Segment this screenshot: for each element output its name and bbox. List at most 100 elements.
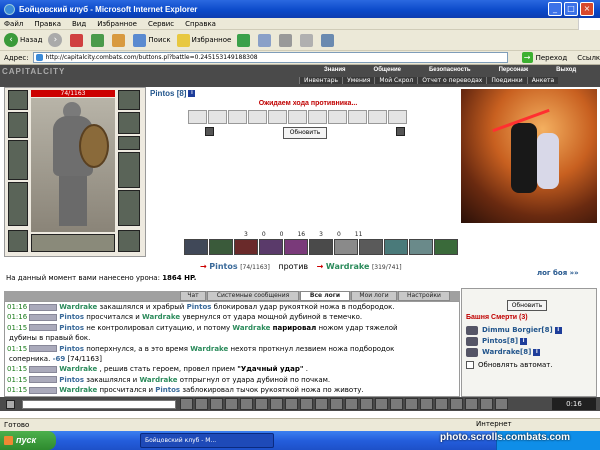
chat-player-name[interactable]: Wardrake bbox=[190, 345, 228, 353]
back-button[interactable]: ‹ Назад bbox=[4, 33, 42, 47]
maximize-button[interactable]: □ bbox=[564, 2, 578, 16]
bottom-tool-icon[interactable] bbox=[255, 398, 268, 410]
auto-refresh-toggle[interactable]: Обновлять автомат. bbox=[466, 361, 553, 369]
earrings-slot[interactable] bbox=[118, 90, 140, 110]
legs-slot[interactable] bbox=[118, 190, 140, 226]
bottom-tool-icon[interactable] bbox=[225, 398, 238, 410]
bottom-tool-icon[interactable] bbox=[315, 398, 328, 410]
menu-file[interactable]: Файл bbox=[4, 20, 23, 28]
info-icon[interactable]: i bbox=[520, 338, 528, 345]
bottom-tool-icon[interactable] bbox=[195, 398, 208, 410]
player-list-item[interactable]: Dimmu Borgier[8] i bbox=[466, 325, 562, 336]
nav-security[interactable]: Безопасность bbox=[429, 67, 471, 73]
bottom-tool-icon[interactable] bbox=[300, 398, 313, 410]
chat-player-name[interactable]: Pintos bbox=[155, 386, 180, 394]
menu-view[interactable]: Вид bbox=[72, 20, 86, 28]
bottom-tool-icon[interactable] bbox=[420, 398, 433, 410]
chat-icon[interactable] bbox=[6, 400, 15, 409]
chat-player-name[interactable]: Pintos bbox=[59, 345, 84, 353]
chat-player-name[interactable]: Wardrake bbox=[59, 386, 97, 394]
chat-player-name[interactable]: Pintos bbox=[187, 303, 212, 311]
bottom-tool-icon[interactable] bbox=[180, 398, 193, 410]
chat-input[interactable] bbox=[22, 400, 176, 409]
chat-player-name[interactable]: Wardrake bbox=[232, 324, 270, 332]
left-scroll-icon[interactable] bbox=[205, 127, 214, 136]
tab-chat[interactable]: Чат bbox=[180, 291, 206, 301]
bottom-tool-icon[interactable] bbox=[465, 398, 478, 410]
nav-knowledge[interactable]: Знания bbox=[324, 67, 346, 73]
player-name[interactable]: Pintos [8] i bbox=[150, 89, 196, 98]
subnav-transfers[interactable]: Отчет о переводах bbox=[417, 77, 486, 84]
chat-player-name[interactable]: Wardrake bbox=[142, 313, 180, 321]
bottom-tool-icon[interactable] bbox=[210, 398, 223, 410]
subnav-skills[interactable]: Умения bbox=[342, 77, 374, 84]
subnav-battles[interactable]: Поединки bbox=[486, 77, 526, 84]
bottom-tool-icon[interactable] bbox=[240, 398, 253, 410]
spell-icon[interactable] bbox=[209, 239, 233, 255]
info-icon[interactable]: i bbox=[554, 327, 562, 334]
spell-icon[interactable] bbox=[434, 239, 458, 255]
bottom-tool-icon[interactable] bbox=[405, 398, 418, 410]
chat-player-name[interactable]: Pintos bbox=[59, 376, 84, 384]
spell-icon[interactable] bbox=[184, 239, 208, 255]
ring-slot[interactable] bbox=[118, 136, 140, 150]
subnav-scroll[interactable]: Мой Скрол bbox=[374, 77, 417, 84]
history-button[interactable] bbox=[237, 33, 252, 47]
pocket-slots[interactable] bbox=[31, 234, 115, 252]
shield-slot[interactable] bbox=[118, 152, 140, 188]
print-button[interactable] bbox=[279, 33, 294, 47]
chat-player-name[interactable]: Wardrake bbox=[59, 303, 97, 311]
search-button[interactable]: Поиск bbox=[133, 33, 171, 47]
bottom-tool-icon[interactable] bbox=[375, 398, 388, 410]
chat-player-name[interactable]: Wardrake bbox=[59, 365, 97, 373]
menu-favorites[interactable]: Избранное bbox=[97, 20, 137, 28]
bottom-tool-icon[interactable] bbox=[390, 398, 403, 410]
nav-character[interactable]: Персонаж bbox=[499, 67, 529, 73]
mail-button[interactable] bbox=[258, 33, 273, 47]
chat-player-name[interactable]: Wardrake bbox=[139, 376, 177, 384]
boots-slot[interactable] bbox=[118, 230, 140, 252]
bottom-tool-icon[interactable] bbox=[270, 398, 283, 410]
start-button[interactable]: пуск bbox=[0, 431, 56, 450]
close-button[interactable]: × bbox=[580, 2, 594, 16]
player-list-item[interactable]: Wardrake[8] i bbox=[466, 347, 562, 358]
menu-edit[interactable]: Правка bbox=[34, 20, 61, 28]
spell-icon[interactable] bbox=[359, 239, 383, 255]
belt-slot[interactable] bbox=[8, 230, 28, 252]
info-icon[interactable]: i bbox=[188, 90, 196, 98]
messenger-button[interactable] bbox=[321, 33, 336, 47]
stop-button[interactable] bbox=[70, 33, 85, 47]
tab-system-messages[interactable]: Системные сообщения bbox=[207, 291, 299, 301]
bottom-tool-icon[interactable] bbox=[330, 398, 343, 410]
spell-icon[interactable] bbox=[334, 239, 358, 255]
home-button[interactable] bbox=[112, 33, 127, 47]
menu-tools[interactable]: Сервис bbox=[148, 20, 174, 28]
edit-button[interactable] bbox=[300, 33, 315, 47]
spell-icon[interactable] bbox=[284, 239, 308, 255]
bottom-tool-icon[interactable] bbox=[285, 398, 298, 410]
address-input[interactable]: http://capitalcity.combats.com/buttons.p… bbox=[32, 52, 508, 63]
refresh-button[interactable] bbox=[91, 33, 106, 47]
spell-icon[interactable] bbox=[234, 239, 258, 255]
battle-log-link[interactable]: лог боя »» bbox=[537, 269, 579, 277]
taskbar-window-button[interactable]: Бойцовский клуб - M... bbox=[140, 433, 274, 448]
menu-help[interactable]: Справка bbox=[185, 20, 216, 28]
right-scroll-icon[interactable] bbox=[396, 127, 405, 136]
tab-all-logs[interactable]: Все логи bbox=[300, 291, 350, 301]
bottom-tool-icon[interactable] bbox=[345, 398, 358, 410]
armor-slot[interactable] bbox=[8, 182, 28, 226]
auto-refresh-checkbox[interactable] bbox=[466, 361, 474, 369]
forward-button[interactable]: › bbox=[48, 33, 64, 47]
bottom-tool-icon[interactable] bbox=[480, 398, 493, 410]
subnav-profile[interactable]: Анкета bbox=[526, 77, 559, 84]
player-list-item[interactable]: Pintos[8] i bbox=[466, 336, 562, 347]
spell-icon[interactable] bbox=[309, 239, 333, 255]
bottom-tool-icon[interactable] bbox=[495, 398, 508, 410]
tab-settings[interactable]: Настройки bbox=[398, 291, 450, 301]
minimize-button[interactable]: _ bbox=[548, 2, 562, 16]
info-icon[interactable]: i bbox=[533, 349, 541, 356]
chat-player-name[interactable]: Pintos bbox=[59, 324, 84, 332]
favorites-button[interactable]: Избранное bbox=[176, 33, 231, 47]
sidebar-refresh-button[interactable]: Обновить bbox=[507, 300, 547, 311]
necklace-slot[interactable] bbox=[8, 112, 28, 138]
